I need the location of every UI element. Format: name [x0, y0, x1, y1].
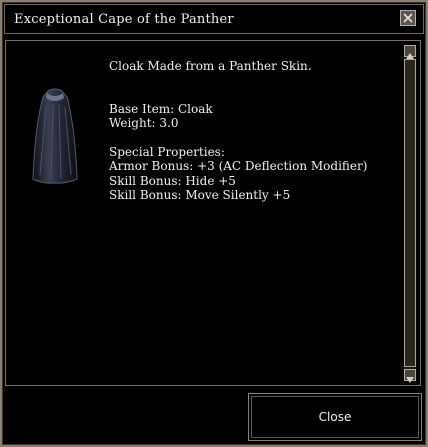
scrollbar-thumb[interactable]: [404, 59, 416, 367]
close-window-button[interactable]: [400, 10, 416, 26]
close-x-icon: [403, 13, 413, 23]
item-text: Cloak Made from a Panther Skin. Base Ite…: [109, 59, 399, 203]
scrollbar[interactable]: [404, 45, 416, 383]
item-examine-window: Exceptional Cape of the Panther Cloak Ma…: [0, 0, 428, 447]
cloak-icon: [32, 88, 78, 184]
special-properties-header: Special Properties:: [109, 144, 225, 159]
property-line: Skill Bonus: Move Silently +5: [109, 188, 291, 202]
item-description: Cloak Made from a Panther Skin.: [109, 59, 312, 73]
item-description-panel: Cloak Made from a Panther Skin. Base Ite…: [5, 40, 421, 386]
scroll-down-button[interactable]: [404, 369, 416, 383]
scroll-up-button[interactable]: [404, 45, 416, 59]
property-line: Skill Bonus: Hide +5: [109, 173, 236, 188]
property-line: Armor Bonus: +3 (AC Deflection Modifier): [109, 159, 368, 173]
weight-line: Weight: 3.0: [109, 116, 179, 130]
arrow-down-icon: [406, 377, 414, 383]
close-button-label: Close: [318, 410, 352, 424]
title-bar[interactable]: Exceptional Cape of the Panther: [4, 4, 424, 34]
base-item-line: Base Item: Cloak: [109, 101, 213, 116]
window-title: Exceptional Cape of the Panther: [14, 12, 234, 27]
close-button[interactable]: Close: [248, 393, 422, 441]
